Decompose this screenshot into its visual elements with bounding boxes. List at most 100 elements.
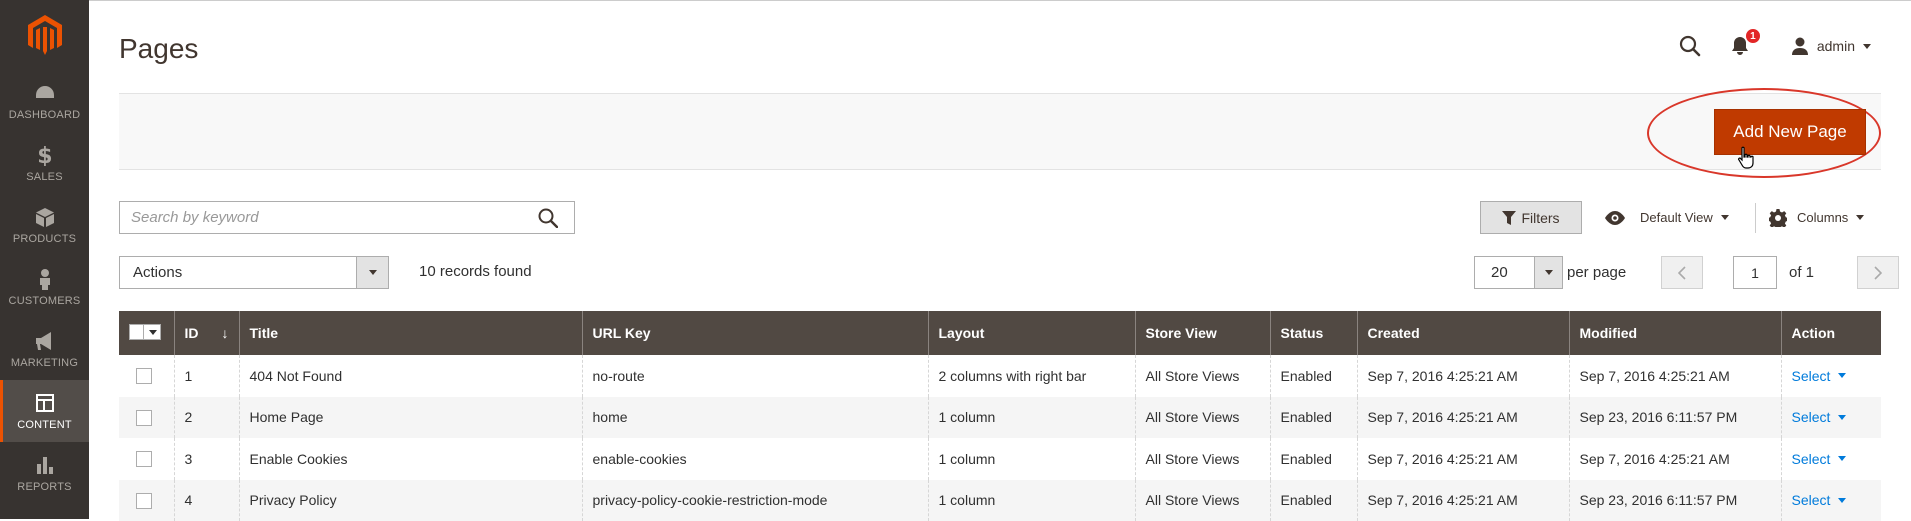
cell-status: Enabled <box>1270 355 1357 397</box>
sidebar-item-marketing[interactable]: MARKETING <box>0 318 89 380</box>
mass-actions-select[interactable]: Actions <box>119 256 389 289</box>
cell-store-view: All Store Views <box>1135 355 1270 397</box>
search-icon[interactable] <box>1677 33 1703 59</box>
main-content: Pages 1 admin Add New Page Filters <box>89 0 1911 519</box>
row-action-select[interactable]: Select <box>1792 409 1847 425</box>
cell-store-view: All Store Views <box>1135 438 1270 480</box>
cell-layout: 2 columns with right bar <box>928 355 1135 397</box>
sort-arrow-icon: ↓ <box>222 325 229 341</box>
chevron-down-icon[interactable] <box>356 257 388 288</box>
person-icon <box>34 268 56 290</box>
cell-created: Sep 7, 2016 4:25:21 AM <box>1357 397 1569 439</box>
cell-id: 2 <box>174 397 239 439</box>
row-action-select[interactable]: Select <box>1792 492 1847 508</box>
cell-url-key: no-route <box>582 355 928 397</box>
cell-url-key: home <box>582 397 928 439</box>
per-page-select[interactable]: 20 <box>1474 256 1563 289</box>
cell-created: Sep 7, 2016 4:25:21 AM <box>1357 480 1569 521</box>
notifications-button[interactable]: 1 <box>1727 33 1753 59</box>
view-label: Default View <box>1640 210 1713 225</box>
user-icon <box>1791 37 1809 55</box>
row-action-select[interactable]: Select <box>1792 451 1847 467</box>
cell-id: 4 <box>174 480 239 521</box>
grid-header-row: ID ↓ Title URL Key Layout Store View Sta… <box>119 311 1881 355</box>
cell-title: 404 Not Found <box>239 355 582 397</box>
columns-label: Columns <box>1797 210 1848 225</box>
table-row[interactable]: 1 404 Not Found no-route 2 columns with … <box>119 355 1881 397</box>
cell-status: Enabled <box>1270 397 1357 439</box>
sidebar-item-label: PRODUCTS <box>13 233 76 245</box>
chevron-left-icon <box>1678 266 1686 280</box>
cell-modified: Sep 7, 2016 4:25:21 AM <box>1569 355 1781 397</box>
page-total-label: of 1 <box>1789 264 1814 281</box>
column-header-layout[interactable]: Layout <box>928 311 1135 355</box>
page-number-input[interactable]: 1 <box>1733 256 1777 289</box>
row-checkbox[interactable] <box>136 410 152 426</box>
chevron-down-icon <box>1863 44 1871 49</box>
chevron-down-icon <box>1838 456 1846 461</box>
notification-count-badge: 1 <box>1745 28 1761 44</box>
cell-layout: 1 column <box>928 438 1135 480</box>
header-actions: 1 admin <box>1677 31 1871 61</box>
chevron-down-icon <box>1838 373 1846 378</box>
cell-store-view: All Store Views <box>1135 480 1270 521</box>
table-row[interactable]: 2 Home Page home 1 column All Store View… <box>119 397 1881 439</box>
sidebar-item-customers[interactable]: CUSTOMERS <box>0 256 89 318</box>
cell-title: Home Page <box>239 397 582 439</box>
chevron-down-icon[interactable] <box>1534 257 1562 288</box>
sidebar-item-label: SALES <box>26 171 62 183</box>
sidebar-item-label: MARKETING <box>11 357 78 369</box>
column-header-store-view[interactable]: Store View <box>1135 311 1270 355</box>
sidebar-item-sales[interactable]: $ SALES <box>0 132 89 194</box>
cell-layout: 1 column <box>928 480 1135 521</box>
page-title: Pages <box>119 33 198 65</box>
previous-page-button[interactable] <box>1661 256 1703 289</box>
gear-icon <box>1769 209 1787 227</box>
row-checkbox[interactable] <box>136 493 152 509</box>
dollar-icon: $ <box>34 144 56 166</box>
column-header-id[interactable]: ID ↓ <box>174 311 239 355</box>
column-header-title[interactable]: Title <box>239 311 582 355</box>
default-view-dropdown[interactable]: Default View <box>1604 201 1729 234</box>
sidebar-item-label: CUSTOMERS <box>9 295 81 307</box>
sidebar-item-label: DASHBOARD <box>9 109 80 121</box>
row-checkbox[interactable] <box>136 451 152 467</box>
search-field[interactable] <box>119 201 575 234</box>
sidebar-item-products[interactable]: PRODUCTS <box>0 194 89 256</box>
per-page-label: per page <box>1567 264 1626 281</box>
next-page-button[interactable] <box>1857 256 1899 289</box>
column-header-modified[interactable]: Modified <box>1569 311 1781 355</box>
dashboard-icon <box>34 82 56 104</box>
sidebar-item-dashboard[interactable]: DASHBOARD <box>0 70 89 132</box>
cell-status: Enabled <box>1270 438 1357 480</box>
column-header-status[interactable]: Status <box>1270 311 1357 355</box>
search-input[interactable] <box>120 202 520 233</box>
megaphone-icon <box>34 330 56 352</box>
column-header-url-key[interactable]: URL Key <box>582 311 928 355</box>
row-action-select[interactable]: Select <box>1792 368 1847 384</box>
table-row[interactable]: 4 Privacy Policy privacy-policy-cookie-r… <box>119 480 1881 521</box>
mass-select-checkbox[interactable] <box>119 311 174 355</box>
chevron-right-icon <box>1874 266 1882 280</box>
search-submit-icon[interactable] <box>538 208 558 233</box>
sidebar-item-content[interactable]: CONTENT <box>0 380 89 442</box>
row-checkbox[interactable] <box>136 368 152 384</box>
magento-logo[interactable] <box>0 0 89 70</box>
mass-select-dropdown[interactable] <box>129 324 161 340</box>
chevron-down-icon <box>1838 415 1846 420</box>
hand-cursor-icon <box>1737 146 1755 170</box>
table-row[interactable]: 3 Enable Cookies enable-cookies 1 column… <box>119 438 1881 480</box>
user-menu[interactable]: admin <box>1791 37 1871 55</box>
chevron-down-icon <box>1838 498 1846 503</box>
cell-status: Enabled <box>1270 480 1357 521</box>
cell-layout: 1 column <box>928 397 1135 439</box>
cell-url-key: enable-cookies <box>582 438 928 480</box>
column-header-created[interactable]: Created <box>1357 311 1569 355</box>
actions-label: Actions <box>133 264 182 281</box>
cube-icon <box>34 206 56 228</box>
columns-dropdown[interactable]: Columns <box>1769 201 1864 234</box>
cell-modified: Sep 23, 2016 6:11:57 PM <box>1569 397 1781 439</box>
cell-modified: Sep 7, 2016 4:25:21 AM <box>1569 438 1781 480</box>
filters-button[interactable]: Filters <box>1480 201 1582 234</box>
sidebar-item-reports[interactable]: REPORTS <box>0 442 89 504</box>
